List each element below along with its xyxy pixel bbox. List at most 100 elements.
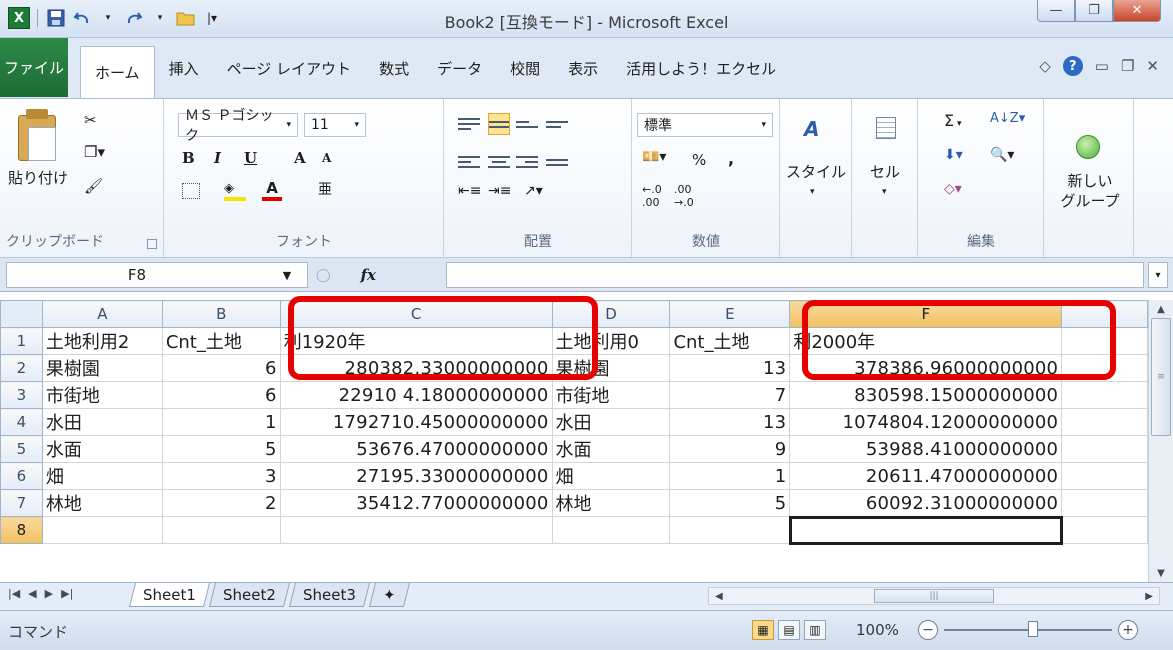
tab-view[interactable]: 表示 — [554, 38, 612, 98]
cell-a1[interactable]: 土地利用2 — [41, 327, 163, 355]
cell-a2[interactable]: 果樹園 — [41, 354, 163, 382]
format-painter-icon[interactable]: 🖌 — [84, 177, 103, 195]
cell-d6[interactable]: 畑 — [551, 462, 671, 490]
cells-dropdown-icon[interactable]: ▾ — [882, 187, 887, 197]
cut-icon[interactable]: ✂ — [84, 111, 97, 129]
align-top-icon[interactable] — [458, 113, 480, 135]
cell-d8[interactable] — [551, 516, 671, 544]
insert-sheet-icon[interactable]: ✦ — [369, 583, 410, 607]
zoom-slider-thumb[interactable] — [1028, 621, 1038, 637]
cell-b3[interactable]: 6 — [161, 381, 281, 409]
tab-review[interactable]: 校閲 — [496, 38, 554, 98]
orientation-icon[interactable]: ↗▾ — [524, 183, 543, 199]
cell-c6[interactable]: 27195.33000000000 — [279, 462, 553, 490]
number-format-select[interactable]: 標準 ▾ — [637, 113, 773, 137]
cell-f7[interactable]: 60092.31000000000 — [789, 489, 1063, 517]
align-center-icon[interactable] — [488, 151, 510, 173]
decrease-indent-icon[interactable]: ⇤≡ — [458, 183, 481, 199]
decrease-decimal-icon[interactable]: .00 →.0 — [674, 183, 694, 209]
cell-b1[interactable]: Cnt_土地 — [161, 327, 281, 355]
cell-b7[interactable]: 2 — [161, 489, 281, 517]
page-layout-view-icon[interactable]: ▤ — [778, 620, 800, 640]
cell-g4[interactable] — [1061, 408, 1148, 436]
percent-button[interactable]: % — [692, 151, 706, 169]
bold-button[interactable]: B — [182, 149, 195, 167]
vertical-scrollbar[interactable]: ▲ ≡ ▼ — [1148, 300, 1173, 582]
tab-file[interactable]: ファイル — [0, 38, 68, 97]
comma-button[interactable]: , — [728, 149, 734, 168]
zoom-out-button[interactable]: − — [918, 620, 938, 640]
prev-sheet-icon[interactable]: ◀ — [28, 587, 36, 600]
ribbon-minimize-icon[interactable]: ◇ — [1039, 57, 1051, 75]
page-break-view-icon[interactable]: ▥ — [804, 620, 826, 640]
border-icon[interactable] — [182, 183, 200, 199]
copy-icon[interactable]: ❐▾ — [84, 143, 105, 161]
cell-g6[interactable] — [1061, 462, 1148, 490]
underline-button[interactable]: U — [244, 149, 257, 167]
row-header[interactable]: 2 — [0, 354, 43, 382]
sheet-tab-2[interactable]: Sheet2 — [209, 583, 290, 607]
row-header[interactable]: 5 — [0, 435, 43, 463]
cell-g7[interactable] — [1061, 489, 1148, 517]
select-all-corner[interactable] — [0, 300, 43, 328]
tab-formulas[interactable]: 数式 — [365, 38, 423, 98]
minimize-button[interactable]: — — [1037, 0, 1075, 22]
sheet-tab-3[interactable]: Sheet3 — [289, 583, 370, 607]
cells-button[interactable]: セル — [856, 161, 914, 182]
cell-c3[interactable]: 22910 4.18000000000 — [279, 381, 553, 409]
align-right-icon[interactable] — [516, 151, 538, 173]
tab-insert[interactable]: 挿入 — [155, 38, 213, 98]
vertical-scroll-thumb[interactable]: ≡ — [1151, 318, 1171, 436]
formula-bar-resize-icon[interactable]: ◯ — [316, 268, 331, 283]
cell-b6[interactable]: 3 — [161, 462, 281, 490]
italic-button[interactable]: I — [214, 149, 221, 167]
clipboard-launcher-icon[interactable] — [147, 239, 157, 249]
doc-close-icon[interactable]: ✕ — [1146, 57, 1159, 75]
cell-e1[interactable]: Cnt_土地 — [669, 327, 791, 355]
styles-icon[interactable]: A — [804, 117, 828, 143]
align-middle-icon[interactable] — [488, 113, 510, 135]
doc-restore-icon[interactable]: ❐ — [1121, 57, 1134, 75]
cell-e4[interactable]: 13 — [669, 408, 791, 436]
cell-d5[interactable]: 水面 — [551, 435, 671, 463]
zoom-level[interactable]: 100% — [856, 621, 899, 639]
clear-icon[interactable]: ◇▾ — [944, 181, 962, 197]
row-header[interactable]: 7 — [0, 489, 43, 517]
cell-f6[interactable]: 20611.47000000000 — [789, 462, 1063, 490]
merge-center-icon[interactable] — [546, 151, 568, 173]
column-header-b[interactable]: B — [161, 300, 281, 328]
column-header-a[interactable]: A — [41, 300, 163, 328]
tab-home[interactable]: ホーム — [80, 46, 155, 98]
cell-a5[interactable]: 水面 — [41, 435, 163, 463]
row-header[interactable]: 6 — [0, 462, 43, 490]
name-box[interactable]: F8 ▼ — [6, 262, 308, 288]
cell-d3[interactable]: 市街地 — [551, 381, 671, 409]
font-size-select[interactable]: 11 ▾ — [304, 113, 366, 137]
horizontal-scroll-thumb[interactable]: ||| — [874, 589, 994, 603]
cell-a8[interactable] — [41, 516, 163, 544]
cell-e6[interactable]: 1 — [669, 462, 791, 490]
increase-decimal-icon[interactable]: ←.0.00 — [642, 183, 662, 209]
styles-button[interactable]: スタイル — [784, 161, 848, 182]
autosum-button[interactable]: Σ ▾ — [944, 111, 962, 130]
shrink-font-button[interactable]: A — [322, 151, 331, 165]
tab-katsuyou[interactable]: 活用しよう！エクセル — [612, 38, 790, 98]
cell-e3[interactable]: 7 — [669, 381, 791, 409]
sheet-tab-1[interactable]: Sheet1 — [129, 583, 210, 607]
increase-indent-icon[interactable]: ⇥≡ — [488, 183, 511, 199]
restore-button[interactable]: ❐ — [1075, 0, 1113, 22]
cells-icon[interactable] — [876, 117, 896, 139]
row-header[interactable]: 1 — [0, 327, 43, 355]
doc-minimize-icon[interactable]: ▭ — [1095, 57, 1109, 75]
cell-a7[interactable]: 林地 — [41, 489, 163, 517]
cell-a3[interactable]: 市街地 — [41, 381, 163, 409]
cell-f8[interactable] — [788, 515, 1063, 545]
cell-e8[interactable] — [669, 516, 791, 544]
cell-a6[interactable]: 畑 — [41, 462, 163, 490]
cell-e5[interactable]: 9 — [669, 435, 791, 463]
name-box-dropdown-icon[interactable]: ▼ — [267, 269, 307, 282]
cell-a4[interactable]: 水田 — [41, 408, 163, 436]
last-sheet-icon[interactable]: ▶| — [61, 587, 73, 600]
paste-button[interactable]: 貼り付け — [8, 167, 68, 188]
scroll-right-icon[interactable]: ▶ — [1145, 591, 1153, 602]
